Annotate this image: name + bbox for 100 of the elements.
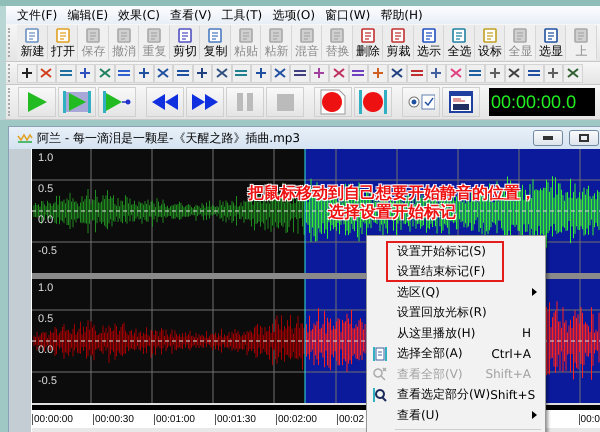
axis-label: 1.0 bbox=[38, 282, 54, 295]
tool-glyph-icon bbox=[254, 66, 268, 80]
toolbar-button[interactable] bbox=[524, 64, 544, 82]
toolbar-button[interactable] bbox=[348, 64, 368, 82]
tool-glyph-icon bbox=[98, 66, 112, 80]
menu-item[interactable]: 设置开始标记(S) bbox=[367, 241, 545, 262]
tool-glyph-icon bbox=[512, 28, 528, 43]
toolbar-button[interactable]: 选显 bbox=[536, 25, 566, 60]
axis-label: -0.5 bbox=[38, 375, 57, 388]
time-display: 00:00:00.0 bbox=[489, 88, 595, 116]
tool-glyph-icon bbox=[136, 66, 151, 80]
radio-checkbox-icon bbox=[407, 94, 435, 110]
menu-item[interactable]: 帮助(H) bbox=[375, 7, 428, 23]
toolbar-button[interactable]: 打开 bbox=[48, 25, 78, 60]
tool-glyph-icon bbox=[85, 28, 102, 43]
menu-item[interactable]: 选区(Q) bbox=[367, 282, 545, 302]
toolbar-button[interactable] bbox=[154, 64, 173, 82]
toolbar-button[interactable]: 全选 bbox=[444, 25, 474, 60]
tool-glyph-icon bbox=[566, 66, 580, 80]
rewind-icon bbox=[152, 94, 178, 110]
tool-glyph-icon bbox=[546, 66, 560, 80]
tool-glyph-icon bbox=[390, 28, 406, 43]
tool-glyph-icon bbox=[39, 66, 54, 80]
menu-item[interactable]: 查看选定部分(W)Shift+S bbox=[367, 384, 545, 405]
axis-label: 1.0 bbox=[38, 152, 54, 165]
menu-item[interactable]: 设置结束标记(F) bbox=[367, 262, 545, 282]
menu-item[interactable]: 效果(C) bbox=[113, 7, 165, 23]
window-button[interactable] bbox=[442, 87, 480, 117]
rewind-button[interactable] bbox=[146, 87, 184, 117]
toolbar-button[interactable] bbox=[251, 64, 270, 82]
toolbar-button[interactable]: 剪裁 bbox=[383, 25, 414, 60]
tool-glyph-icon bbox=[332, 66, 346, 80]
restore-button[interactable] bbox=[569, 130, 599, 146]
tool-glyph-icon bbox=[214, 66, 229, 80]
submenu-arrow-icon bbox=[532, 411, 537, 420]
menu-item[interactable]: 从这里播放(H) H bbox=[367, 323, 545, 344]
tool-glyph-icon bbox=[448, 66, 463, 80]
toolbar-button[interactable]: 新建 bbox=[17, 25, 48, 60]
tool-glyph-icon bbox=[54, 28, 71, 43]
menu-item[interactable]: 选择全部(A) Ctrl+A bbox=[367, 344, 545, 364]
play-from-cursor-button[interactable] bbox=[98, 87, 136, 117]
tool-glyph-icon bbox=[329, 28, 346, 43]
tool-glyph-icon bbox=[78, 66, 92, 80]
menu-item[interactable]: 工具(T) bbox=[216, 7, 268, 23]
time-label: 00:00:00 bbox=[32, 414, 93, 424]
toolbar-button[interactable] bbox=[192, 64, 212, 82]
toolbar-button[interactable]: 设标 bbox=[474, 25, 505, 60]
toolbar-button[interactable]: 复制 bbox=[200, 25, 230, 60]
menu-item[interactable]: 窗口(W) bbox=[320, 7, 376, 23]
menu-item[interactable]: 编辑(E) bbox=[62, 7, 114, 23]
record-bracket-icon bbox=[359, 90, 387, 114]
tool-glyph-icon bbox=[429, 66, 444, 80]
submenu-arrow-icon bbox=[532, 288, 537, 296]
menu-item[interactable]: 文件(F) bbox=[12, 7, 62, 23]
toolbar-button[interactable] bbox=[173, 64, 192, 82]
axis-label: 0.5 bbox=[38, 313, 54, 326]
toolbar-button[interactable]: 剪切 bbox=[170, 25, 200, 60]
tool-glyph-icon bbox=[482, 28, 498, 43]
toolbar-button[interactable]: 选示 bbox=[414, 25, 444, 60]
tool-glyph-icon bbox=[312, 66, 326, 80]
tool-glyph-icon bbox=[20, 66, 34, 80]
options-button[interactable] bbox=[402, 87, 440, 117]
tool-glyph-icon bbox=[195, 66, 210, 80]
magnifier-icon bbox=[373, 388, 387, 402]
record-button[interactable] bbox=[314, 87, 352, 117]
menu-item[interactable]: 设置回放光标(R) bbox=[367, 302, 545, 323]
tool-glyph-icon bbox=[542, 28, 559, 43]
window-title: 阿兰 - 每一滴泪是一颗星-《天醒之路》插曲.mp3 bbox=[37, 130, 302, 146]
record-selection-button[interactable] bbox=[354, 87, 392, 117]
tool-glyph-icon bbox=[146, 28, 162, 43]
toolbar-button[interactable]: 删除 bbox=[352, 25, 383, 60]
tool-glyph-icon bbox=[360, 28, 376, 43]
menu-item[interactable]: 查看(V) bbox=[164, 7, 217, 23]
toolbar-button[interactable] bbox=[270, 64, 290, 82]
minimize-icon bbox=[543, 136, 553, 140]
toolbar-button[interactable] bbox=[290, 64, 310, 82]
fast-forward-icon bbox=[192, 94, 218, 110]
tool-glyph-icon bbox=[116, 28, 132, 43]
tool-glyph-icon bbox=[268, 28, 284, 43]
window-icon bbox=[449, 91, 473, 113]
time-label: 00:01:30 bbox=[215, 414, 276, 424]
menu-item[interactable]: 选项(O) bbox=[267, 7, 320, 23]
tool-glyph-icon bbox=[573, 28, 590, 43]
play-dot-icon bbox=[103, 91, 131, 113]
toolbar-button[interactable] bbox=[563, 64, 582, 82]
tool-glyph-icon bbox=[298, 28, 315, 43]
tool-glyph-icon bbox=[207, 28, 224, 43]
record-page-icon bbox=[320, 89, 346, 115]
tool-glyph-icon bbox=[176, 28, 193, 43]
toolbar-button[interactable] bbox=[388, 64, 407, 82]
toolbar-button[interactable] bbox=[76, 64, 95, 82]
tool-glyph-icon bbox=[390, 66, 404, 80]
toolbar-button[interactable] bbox=[212, 64, 232, 82]
toolbar-button[interactable] bbox=[504, 64, 524, 82]
toolbar-button[interactable] bbox=[134, 64, 154, 82]
fast-forward-button[interactable] bbox=[186, 87, 224, 117]
minimize-button[interactable] bbox=[533, 130, 563, 146]
tool-glyph-icon bbox=[420, 28, 437, 43]
tool-glyph-icon bbox=[273, 66, 288, 80]
toolbar-button[interactable] bbox=[17, 64, 36, 82]
